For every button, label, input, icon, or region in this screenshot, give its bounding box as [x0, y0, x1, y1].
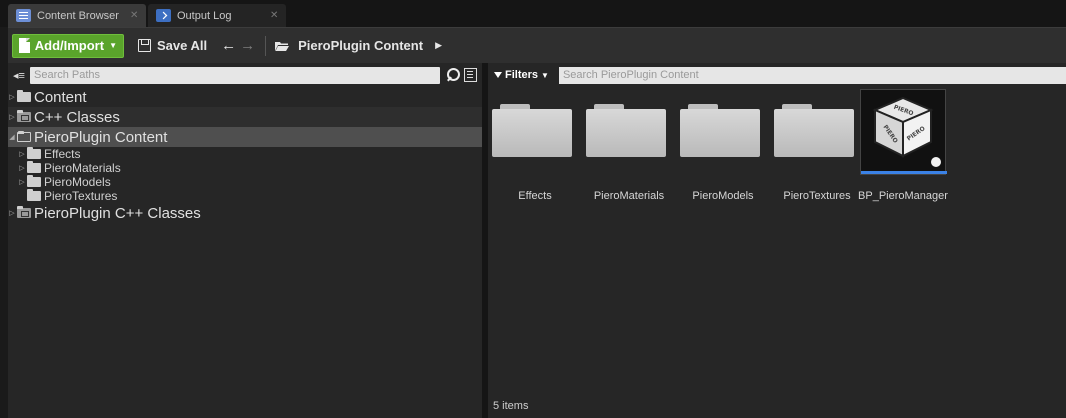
tree-item-pieromaterials[interactable]: ▷ PieroMaterials: [8, 161, 482, 175]
tab-label: Output Log: [177, 9, 232, 22]
expand-arrow-icon[interactable]: ▷: [8, 93, 16, 101]
save-icon: [138, 39, 151, 52]
chevron-down-icon: ▼: [109, 41, 117, 50]
expand-arrow-icon[interactable]: ▷: [8, 113, 16, 121]
filters-label: Filters: [505, 69, 539, 81]
sources-panel: ◂≡ Search Paths ▷ Content ▷ C++ Classes …: [8, 63, 482, 418]
breadcrumb[interactable]: PieroPlugin Content ▶: [274, 38, 442, 53]
view-options-icon[interactable]: [464, 68, 477, 82]
tree-item-pierotextures[interactable]: PieroTextures: [8, 189, 482, 203]
asset-tile-pierotextures[interactable]: PieroTextures: [774, 91, 868, 203]
search-icon[interactable]: [446, 66, 462, 84]
close-icon[interactable]: ✕: [130, 10, 138, 20]
folder-icon: [17, 90, 31, 102]
tab-output-log[interactable]: Output Log ✕: [148, 4, 286, 27]
asset-view-panel: Filters ▼ Search PieroPlugin Content Eff…: [488, 63, 1066, 418]
asset-filter-row: Filters ▼ Search PieroPlugin Content: [488, 65, 1066, 85]
asset-tile-pieromaterials[interactable]: PieroMaterials: [586, 91, 680, 203]
folder-icon: [680, 91, 766, 177]
add-import-button[interactable]: Add/Import ▼: [12, 33, 124, 58]
chevron-right-icon[interactable]: ▶: [435, 40, 442, 51]
folder-icon: [27, 161, 41, 173]
tree-item-label: PieroModels: [44, 175, 111, 189]
tree-item-label: C++ Classes: [34, 108, 120, 126]
tree-item-label: Content: [34, 88, 87, 106]
toolbar-separator: [265, 35, 267, 56]
tree-item-pieroplugin-cpp-classes[interactable]: ▷ PieroPlugin C++ Classes: [8, 203, 482, 223]
tree-item-label: Effects: [44, 147, 81, 161]
collapse-arrow-icon[interactable]: ◢: [8, 133, 16, 141]
content-search-input[interactable]: Search PieroPlugin Content: [558, 66, 1066, 84]
save-all-button[interactable]: Save All: [132, 34, 213, 58]
back-arrow-icon[interactable]: ←: [221, 34, 236, 58]
asset-label: PieroModels: [692, 190, 754, 202]
tree-item-label: PieroPlugin Content: [34, 128, 168, 146]
chevron-down-icon: ▼: [541, 70, 549, 80]
tree-item-pieroplugin-content[interactable]: ◢ PieroPlugin Content: [8, 127, 482, 147]
expand-arrow-icon[interactable]: ▷: [18, 150, 26, 158]
collapse-sources-icon[interactable]: ◂≡: [8, 66, 30, 84]
asset-label: Effects: [518, 190, 552, 202]
folder-icon: [27, 189, 41, 201]
asset-label: BP_PieroManager: [858, 190, 948, 202]
filters-button[interactable]: Filters ▼: [488, 69, 555, 81]
path-search-row: ◂≡ Search Paths: [8, 65, 482, 85]
asset-tile-effects[interactable]: Effects: [492, 91, 586, 203]
asset-label: PieroMaterials: [593, 190, 665, 202]
output-log-icon: [156, 9, 171, 22]
folder-icon: [492, 91, 578, 177]
save-all-label: Save All: [157, 38, 208, 53]
tree-item-label: PieroMaterials: [44, 161, 121, 175]
breadcrumb-label: PieroPlugin Content: [298, 38, 424, 53]
expand-arrow-icon[interactable]: ▷: [18, 178, 26, 186]
tree-item-cpp-classes[interactable]: ▷ C++ Classes: [8, 107, 482, 127]
new-file-icon: [19, 38, 30, 53]
tab-bar: Content Browser ✕ Output Log ✕: [0, 0, 1066, 27]
tree-item-label: PieroPlugin C++ Classes: [34, 204, 201, 222]
funnel-icon: [494, 72, 502, 78]
code-folder-icon: [17, 206, 31, 218]
folder-icon: [27, 175, 41, 187]
expand-arrow-icon[interactable]: ▷: [8, 209, 16, 217]
folder-icon: [27, 147, 41, 159]
tree-item-content[interactable]: ▷ Content: [8, 87, 482, 107]
search-paths-input[interactable]: Search Paths: [30, 66, 440, 84]
tree-item-pieromodels[interactable]: ▷ PieroModels: [8, 175, 482, 189]
folder-tree: ▷ Content ▷ C++ Classes ◢ PieroPlugin Co…: [8, 87, 482, 223]
add-import-label: Add/Import: [34, 38, 105, 53]
tree-item-effects[interactable]: ▷ Effects: [8, 147, 482, 161]
item-count: 5 items: [493, 400, 529, 412]
tab-content-browser[interactable]: Content Browser ✕: [8, 4, 146, 27]
forward-arrow-icon[interactable]: →: [240, 34, 255, 58]
expand-arrow-icon[interactable]: ▷: [18, 164, 26, 172]
asset-tile-pieromodels[interactable]: PieroModels: [680, 91, 774, 203]
toolbar: Add/Import ▼ Save All ← → PieroPlugin Co…: [8, 27, 1066, 63]
close-icon[interactable]: ✕: [270, 10, 278, 20]
folder-icon: [774, 91, 860, 177]
asset-grid: Effects PieroMaterials PieroModels Piero…: [492, 91, 868, 203]
folder-icon: [586, 91, 672, 177]
blueprint-class-color-bar: [861, 171, 947, 174]
tab-label: Content Browser: [37, 9, 119, 22]
tree-item-label: PieroTextures: [44, 189, 118, 203]
open-folder-icon: [275, 41, 290, 51]
asset-tile-bp-pieromanager[interactable]: PIERO PIERO PIERO: [860, 89, 947, 175]
code-folder-icon: [17, 110, 31, 122]
open-folder-icon: [17, 131, 31, 142]
content-browser-icon: [16, 9, 31, 22]
source-control-status-icon: [931, 157, 941, 167]
